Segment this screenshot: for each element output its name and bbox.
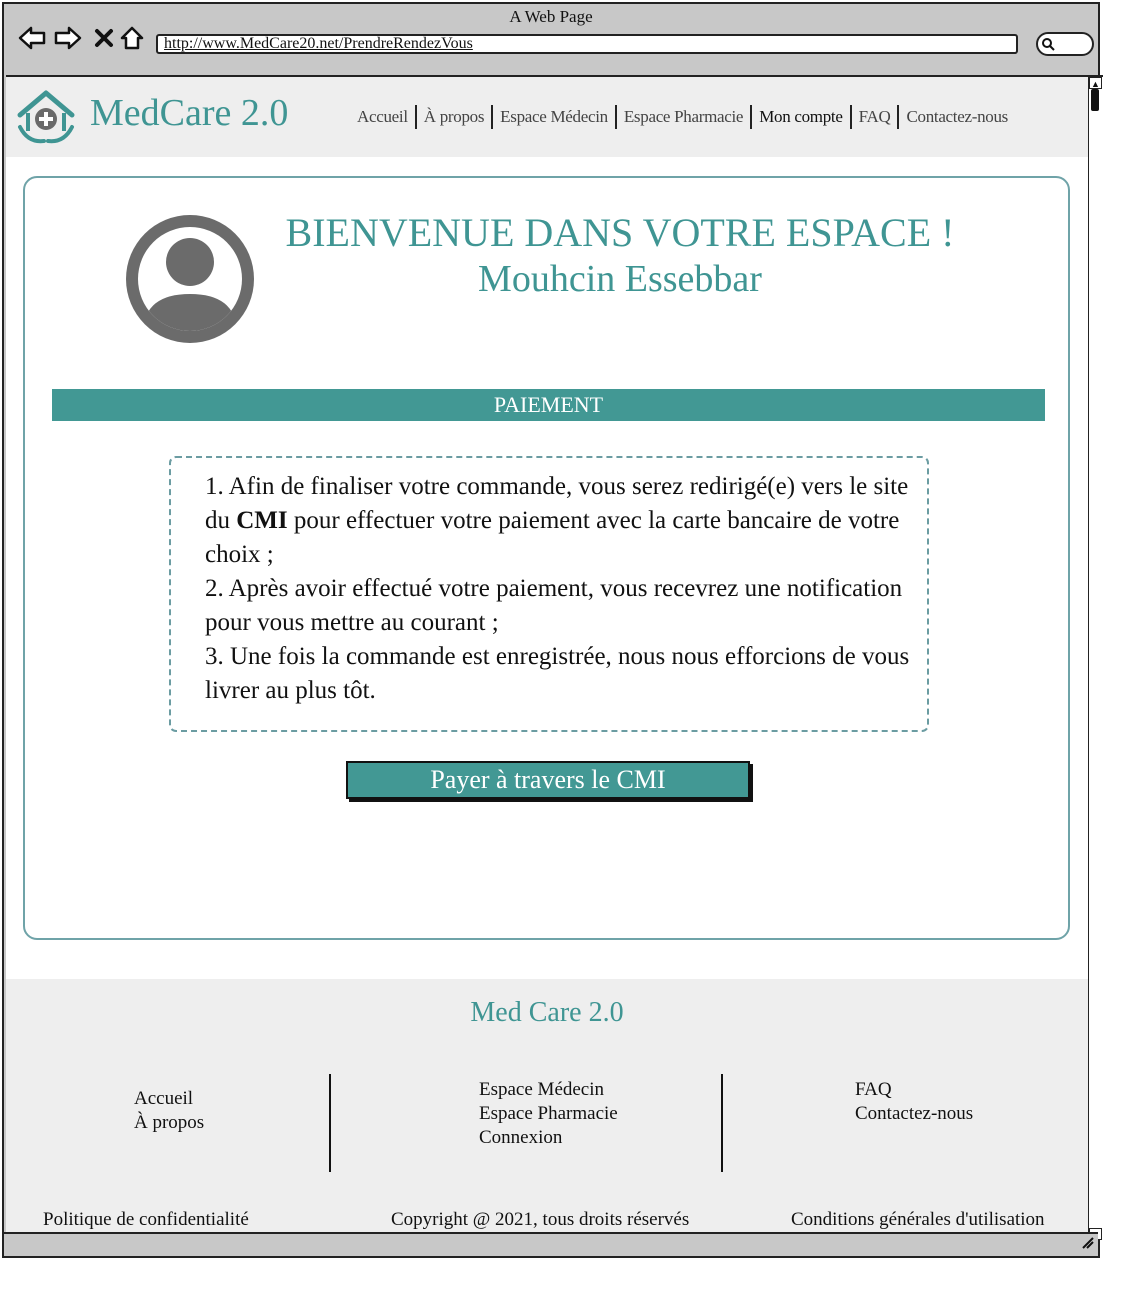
footer-link-faq[interactable]: FAQ (855, 1078, 973, 1102)
site-footer: Med Care 2.0 Accueil À propos Espace Méd… (6, 979, 1088, 1240)
section-title: PAIEMENT (52, 389, 1045, 421)
page-viewport: MedCare 2.0 Accueil À propos Espace Méde… (6, 75, 1088, 1240)
payment-instructions: 1. Afin de finaliser votre commande, vou… (169, 456, 929, 732)
medical-home-logo-icon[interactable] (14, 87, 78, 147)
footer-link-a-propos[interactable]: À propos (134, 1111, 204, 1135)
footer-link-accueil[interactable]: Accueil (134, 1087, 204, 1111)
step-2: 2. Après avoir effectué votre paiement, … (205, 575, 903, 636)
nav-mon-compte[interactable]: Mon compte (752, 107, 849, 127)
nav-faq[interactable]: FAQ (852, 107, 898, 127)
nav-accueil[interactable]: Accueil (350, 107, 415, 127)
footer-divider (721, 1074, 723, 1172)
browser-window: A Web Page http://www.MedCare20.net/Pren… (2, 2, 1103, 1258)
welcome-block: BIENVENUE DANS VOTRE ESPACE ! Mouhcin Es… (255, 210, 985, 302)
cmi-bold: CMI (236, 507, 288, 534)
resize-grip-icon[interactable] (1080, 1235, 1094, 1254)
main-nav: Accueil À propos Espace Médecin Espace P… (350, 105, 1015, 129)
footer-brand: Med Care 2.0 (470, 997, 624, 1028)
nav-contactez-nous[interactable]: Contactez-nous (899, 107, 1015, 127)
home-icon[interactable] (118, 24, 146, 52)
account-card: BIENVENUE DANS VOTRE ESPACE ! Mouhcin Es… (23, 176, 1070, 940)
nav-espace-pharmacie[interactable]: Espace Pharmacie (617, 107, 750, 127)
vertical-scrollbar[interactable]: ▲ ▼ (1088, 75, 1103, 1240)
footer-col-3: FAQ Contactez-nous (855, 1078, 973, 1126)
footer-col-1: Accueil À propos (134, 1087, 204, 1135)
welcome-title: BIENVENUE DANS VOTRE ESPACE ! (285, 210, 955, 255)
pay-cmi-button[interactable]: Payer à travers le CMI (346, 761, 750, 799)
footer-link-espace-pharmacie[interactable]: Espace Pharmacie (479, 1102, 618, 1126)
footer-link-contactez-nous[interactable]: Contactez-nous (855, 1102, 973, 1126)
status-bar (4, 1232, 1098, 1256)
nav-espace-medecin[interactable]: Espace Médecin (493, 107, 615, 127)
footer-terms-link[interactable]: Conditions générales d'utilisation (791, 1209, 1045, 1231)
footer-privacy-link[interactable]: Politique de confidentialité (43, 1209, 249, 1231)
user-name: Mouhcin Essebbar (478, 258, 762, 300)
user-avatar-icon (125, 214, 255, 344)
search-icon (1041, 37, 1055, 56)
back-arrow-icon[interactable] (18, 24, 46, 52)
brand-name[interactable]: MedCare 2.0 (90, 91, 288, 135)
step-3: 3. Une fois la commande est enregistrée,… (205, 643, 910, 704)
nav-a-propos[interactable]: À propos (417, 107, 491, 127)
footer-link-espace-medecin[interactable]: Espace Médecin (479, 1078, 618, 1102)
scroll-thumb[interactable] (1091, 89, 1099, 111)
window-title: A Web Page (509, 7, 593, 26)
scroll-up-arrow-icon[interactable]: ▲ (1089, 77, 1102, 89)
close-icon[interactable] (90, 24, 118, 52)
footer-link-connexion[interactable]: Connexion (479, 1126, 618, 1150)
step-1: 1. Afin de finaliser votre commande, vou… (205, 473, 909, 568)
forward-arrow-icon[interactable] (54, 24, 82, 52)
browser-search-field[interactable] (1036, 32, 1094, 56)
footer-col-2: Espace Médecin Espace Pharmacie Connexio… (479, 1078, 618, 1150)
footer-copyright: Copyright @ 2021, tous droits réservés (391, 1209, 690, 1230)
footer-divider (329, 1074, 331, 1172)
site-header: MedCare 2.0 Accueil À propos Espace Méde… (6, 77, 1088, 157)
address-bar[interactable]: http://www.MedCare20.net/PrendreRendezVo… (156, 34, 1018, 54)
